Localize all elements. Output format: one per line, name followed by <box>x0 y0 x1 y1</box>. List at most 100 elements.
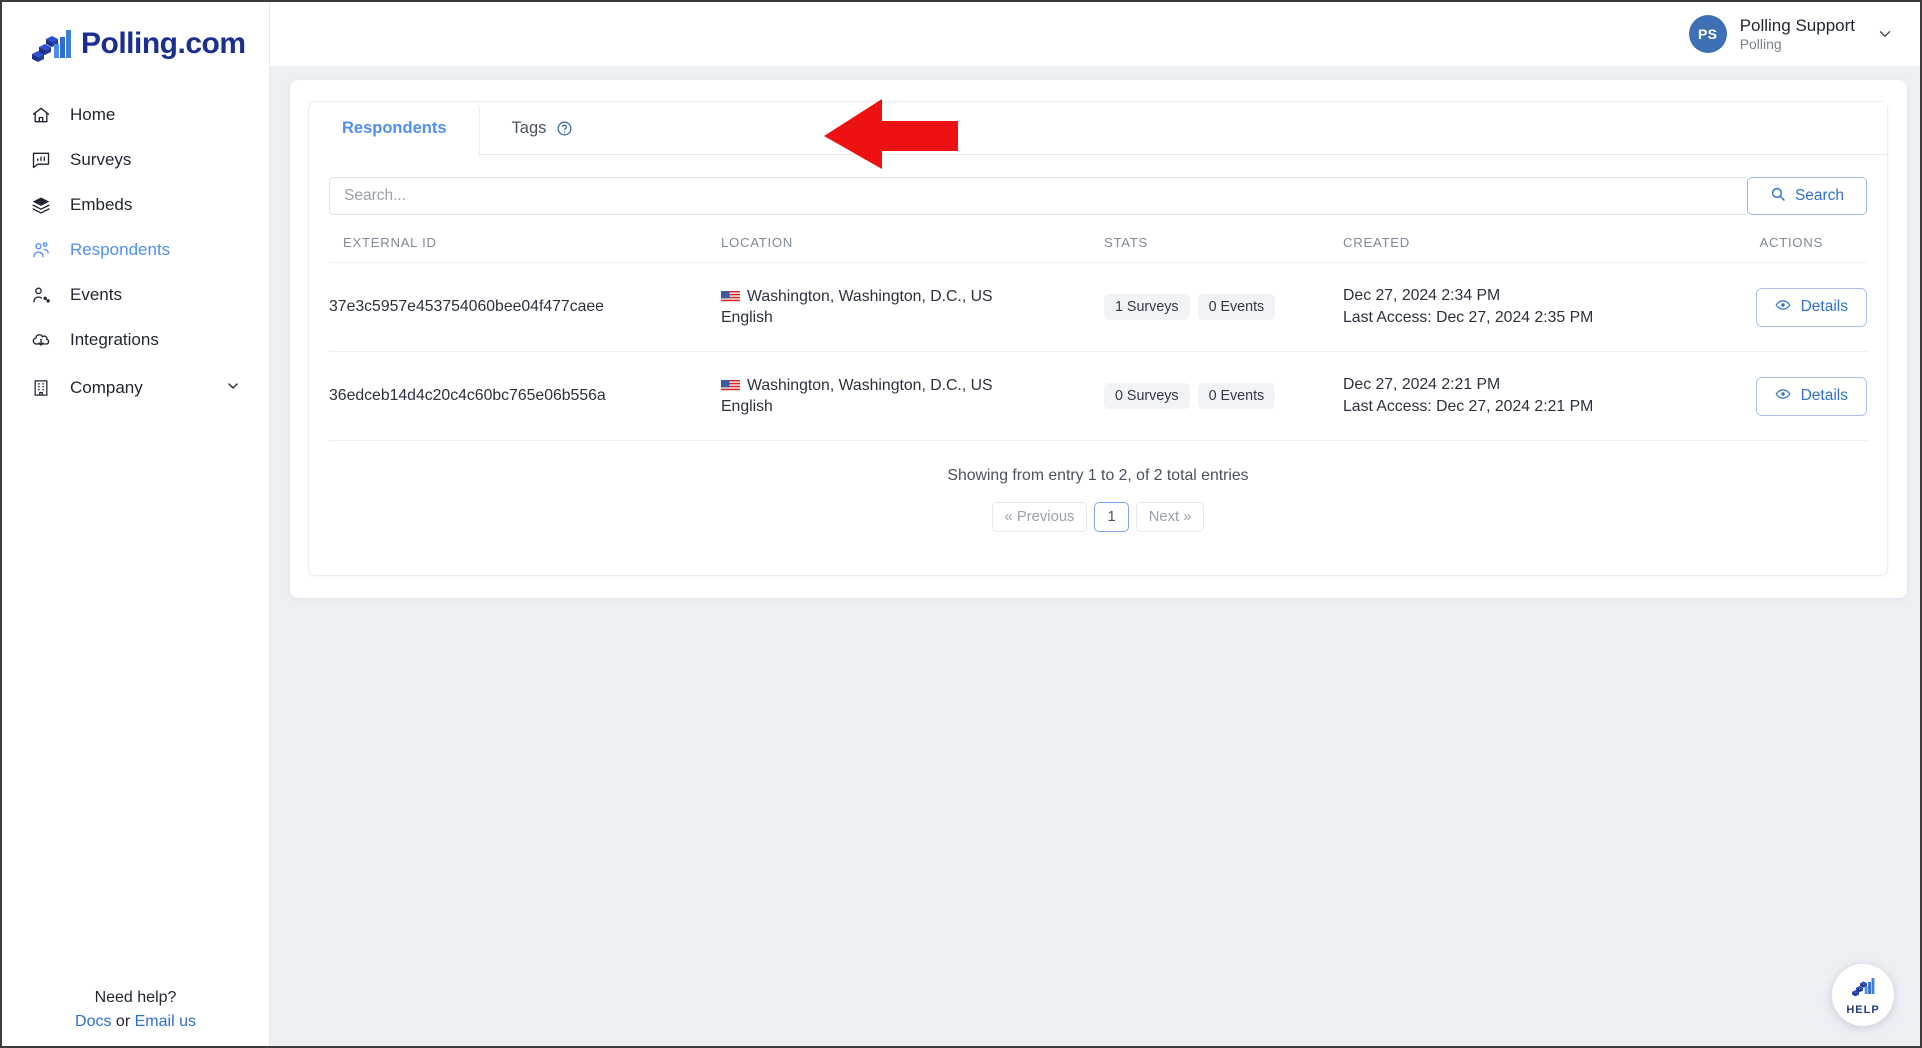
bar-chart-3d-logo-icon <box>1851 974 1875 1003</box>
eye-icon <box>1775 386 1791 407</box>
question-circle-icon[interactable] <box>556 102 598 154</box>
table-head: EXTERNAL ID LOCATION STATS CREATED ACTIO… <box>329 235 1867 263</box>
sidebar-item-events[interactable]: Events <box>2 272 269 317</box>
tab-bar-filler <box>597 102 1887 154</box>
need-help-label: Need help? <box>94 989 177 1006</box>
column-header-created: CREATED <box>1343 235 1735 263</box>
previous-page-button[interactable]: « Previous <box>991 502 1088 533</box>
location-line: Washington, Washington, D.C., US <box>721 375 1104 396</box>
search-button[interactable]: Search <box>1747 177 1867 215</box>
plug-cloud-icon <box>30 329 52 351</box>
cell-external-id: 37e3c5957e453754060bee04f477caee <box>329 262 721 353</box>
column-header-external-id: EXTERNAL ID <box>329 235 721 263</box>
column-header-stats: STATS <box>1104 235 1343 263</box>
cell-created: Dec 27, 2024 2:21 PM Last Access: Dec 27… <box>1343 351 1735 442</box>
tab-tags[interactable]: Tags <box>479 102 557 154</box>
help-fab-label: HELP <box>1846 1004 1880 1016</box>
user-org: Polling <box>1739 35 1782 52</box>
app-window: Polling.com Home Surveys Embeds Responde… <box>0 0 1922 1048</box>
surveys-badge: 0 Surveys <box>1104 383 1190 410</box>
sidebar-item-label: Company <box>70 378 143 397</box>
content-card: Respondents Tags Search... Search EXTERN… <box>290 80 1907 598</box>
brand-logo[interactable]: Polling.com <box>2 2 269 70</box>
sidebar-item-label: Surveys <box>70 149 132 169</box>
table-row[interactable]: 37e3c5957e453754060bee04f477caee Washing… <box>329 262 1867 353</box>
topbar: PS Polling Support Polling <box>270 2 1920 66</box>
search-icon <box>1770 186 1786 207</box>
main-region: PS Polling Support Polling Respondents T… <box>270 2 1920 1046</box>
details-button[interactable]: Details <box>1755 287 1867 327</box>
events-badge: 0 Events <box>1197 294 1276 321</box>
building-icon <box>30 377 52 399</box>
details-button[interactable]: Details <box>1755 376 1867 416</box>
details-button-label: Details <box>1800 387 1848 405</box>
avatar: PS <box>1688 15 1727 53</box>
cell-actions: Details <box>1735 351 1867 442</box>
us-flag-icon <box>721 289 740 302</box>
docs-link[interactable]: Docs <box>75 1013 111 1030</box>
location-text: Washington, Washington, D.C., US <box>747 377 993 395</box>
users-icon <box>30 239 52 261</box>
language-text: English <box>721 309 773 327</box>
table-header-row: EXTERNAL ID LOCATION STATS CREATED ACTIO… <box>329 235 1867 263</box>
bar-chart-3d-logo-icon <box>30 24 72 64</box>
cell-created: Dec 27, 2024 2:34 PM Last Access: Dec 27… <box>1343 262 1735 353</box>
sidebar-footer: Need help? Docs or Email us <box>2 986 269 1046</box>
survey-chart-icon <box>30 149 52 171</box>
events-badge: 0 Events <box>1197 383 1276 410</box>
chevron-down-icon[interactable] <box>225 378 241 399</box>
help-fab-button[interactable]: HELP <box>1832 964 1894 1026</box>
search-row: Search <box>329 177 1867 215</box>
sidebar-item-label: Embeds <box>70 194 133 214</box>
details-button-label: Details <box>1800 298 1848 316</box>
sidebar-item-integrations[interactable]: Integrations <box>2 317 269 362</box>
eye-icon <box>1775 297 1791 318</box>
user-menu[interactable]: PS Polling Support Polling <box>1688 15 1894 54</box>
tab-label: Respondents <box>342 119 447 137</box>
cell-stats: 0 Surveys 0 Events <box>1104 351 1343 442</box>
pagination: « Previous 1 Next » <box>329 502 1867 533</box>
location-line: Washington, Washington, D.C., US <box>721 286 1104 307</box>
tab-bar: Respondents Tags <box>309 102 1887 155</box>
tab-label: Tags <box>511 118 547 137</box>
chevron-down-icon[interactable] <box>1876 25 1894 48</box>
language-text: English <box>721 398 773 416</box>
page-1-button[interactable]: 1 <box>1094 502 1129 533</box>
cell-stats: 1 Surveys 0 Events <box>1104 262 1343 353</box>
location-text: Washington, Washington, D.C., US <box>747 287 993 305</box>
respondents-table: EXTERNAL ID LOCATION STATS CREATED ACTIO… <box>329 235 1867 442</box>
cell-location: Washington, Washington, D.C., US English <box>721 262 1104 353</box>
column-header-actions: ACTIONS <box>1735 235 1867 263</box>
or-separator: or <box>111 1013 135 1030</box>
sidebar-item-surveys[interactable]: Surveys <box>2 137 269 182</box>
us-flag-icon <box>721 378 740 392</box>
next-page-button[interactable]: Next » <box>1135 502 1205 533</box>
table-body: 37e3c5957e453754060bee04f477caee Washing… <box>329 262 1867 442</box>
cell-actions: Details <box>1735 262 1867 353</box>
sidebar-nav: Home Surveys Embeds Respondents Events I… <box>2 92 269 414</box>
cell-location: Washington, Washington, D.C., US English <box>721 351 1104 442</box>
layers-icon <box>30 194 52 216</box>
panel-body: Search EXTERNAL ID LOCATION STATS CREATE… <box>309 155 1887 533</box>
respondents-panel: Respondents Tags Search... Search EXTERN… <box>308 101 1888 576</box>
sidebar-item-respondents[interactable]: Respondents <box>2 227 269 272</box>
tab-respondents[interactable]: Respondents <box>310 102 480 155</box>
table-row[interactable]: 36edceb14d4c20c4c60bc765e06b556a Washing… <box>329 351 1867 442</box>
sidebar-item-company[interactable]: Company <box>2 362 269 414</box>
user-activity-icon <box>30 284 52 306</box>
sidebar-item-label: Integrations <box>70 329 159 349</box>
stats-pills: 0 Surveys 0 Events <box>1104 383 1343 410</box>
last-access-date: Last Access: Dec 27, 2024 2:21 PM <box>1343 398 1594 416</box>
showing-entries-label: Showing from entry 1 to 2, of 2 total en… <box>947 467 1249 485</box>
search-input[interactable] <box>329 177 1747 215</box>
search-button-label: Search <box>1794 187 1845 204</box>
column-header-location: LOCATION <box>721 235 1104 263</box>
email-us-link[interactable]: Email us <box>135 1013 196 1030</box>
sidebar-item-home[interactable]: Home <box>2 92 269 137</box>
user-name: Polling Support <box>1739 15 1855 35</box>
sidebar-item-embeds[interactable]: Embeds <box>2 182 269 227</box>
sidebar-item-label: Respondents <box>70 239 171 259</box>
sidebar: Polling.com Home Surveys Embeds Responde… <box>2 2 270 1046</box>
brand-name: Polling.com <box>81 27 246 60</box>
user-identity: Polling Support Polling <box>1740 15 1855 54</box>
